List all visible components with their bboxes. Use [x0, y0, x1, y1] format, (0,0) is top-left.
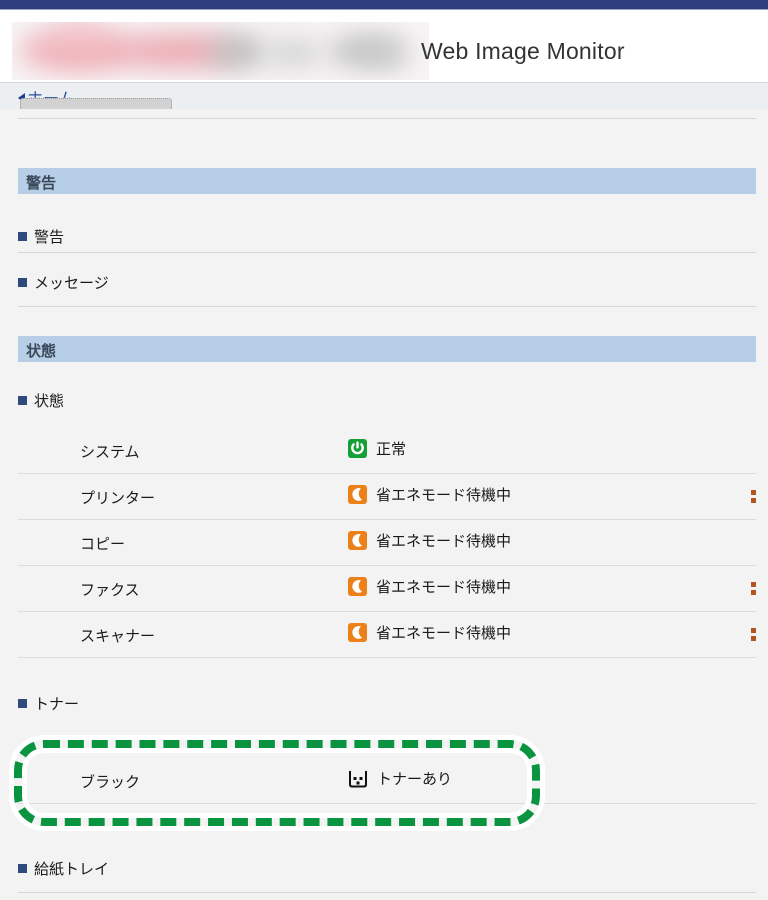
status-row-state-label: 省エネモード待機中 — [376, 625, 512, 642]
status-row-state: 正常 — [348, 438, 406, 459]
status-row-name: プリンター — [80, 490, 156, 507]
toner-row-state-label: トナーあり — [377, 771, 453, 788]
clipped-detail-fragment — [750, 488, 756, 506]
section-header-status-label: 状態 — [26, 343, 57, 360]
moon-orange-icon — [348, 623, 367, 642]
moon-orange-icon — [348, 485, 367, 504]
square-bullet-icon — [18, 232, 27, 241]
divider-paper-tray — [18, 892, 756, 893]
power-green-icon — [348, 439, 367, 458]
group-toner-label: トナー — [34, 696, 80, 713]
group-status: 状態 — [18, 390, 64, 411]
section-header-warning-label: 警告 — [26, 175, 57, 192]
toner-level-icon — [348, 770, 368, 788]
status-row-state-label: 正常 — [376, 441, 407, 458]
square-bullet-icon — [18, 699, 27, 708]
table-row: プリンター 省エネモード待機中 — [18, 474, 756, 520]
divider-top — [18, 118, 756, 119]
top-accent-bar — [0, 0, 768, 10]
status-row-state-label: 省エネモード待機中 — [376, 487, 512, 504]
status-row-state-label: 省エネモード待機中 — [376, 533, 512, 550]
status-row-state-label: 省エネモード待機中 — [376, 579, 512, 596]
group-message-label: メッセージ — [34, 275, 109, 292]
square-bullet-icon — [18, 864, 27, 873]
status-row-name: ファクス — [80, 582, 140, 599]
group-paper-tray-label: 給紙トレイ — [34, 861, 110, 878]
page-content: 警告 警告 メッセージ 状態 状態 システム 正常 プリンター 省エネモード待機… — [0, 110, 768, 900]
square-bullet-icon — [18, 278, 27, 287]
table-row: ファクス 省エネモード待機中 — [18, 566, 756, 612]
group-status-label: 状態 — [34, 393, 65, 410]
status-row-name: システム — [80, 444, 140, 461]
brand-logo-redacted — [12, 22, 429, 80]
square-bullet-icon — [18, 396, 27, 405]
moon-orange-icon — [348, 531, 367, 550]
divider-warning — [18, 252, 756, 253]
tab-stub[interactable] — [20, 98, 172, 109]
group-toner: トナー — [18, 693, 79, 714]
group-paper-tray: 給紙トレイ — [18, 858, 109, 879]
toner-row-name: ブラック — [80, 774, 141, 791]
status-row-state: 省エネモード待機中 — [348, 484, 511, 505]
page-header: Web Image Monitor — [0, 10, 768, 82]
moon-orange-icon — [348, 577, 367, 596]
table-row: システム 正常 — [18, 428, 756, 474]
group-warning: 警告 — [18, 226, 64, 247]
status-row-state: 省エネモード待機中 — [348, 622, 511, 643]
section-header-warning: 警告 — [18, 168, 756, 194]
app-title: Web Image Monitor — [421, 38, 625, 64]
status-row-name: スキャナー — [80, 628, 156, 645]
status-row-state: 省エネモード待機中 — [348, 530, 511, 551]
clipped-detail-fragment — [750, 580, 756, 598]
divider-message — [18, 306, 756, 307]
toner-row-state: トナーあり — [348, 768, 452, 789]
status-row-name: コピー — [80, 536, 126, 553]
table-row: スキャナー 省エネモード待機中 — [18, 612, 756, 658]
table-row: ブラック トナーあり — [18, 758, 756, 804]
section-header-status: 状態 — [18, 336, 756, 362]
table-row: コピー 省エネモード待機中 — [18, 520, 756, 566]
group-warning-label: 警告 — [34, 229, 65, 246]
group-message: メッセージ — [18, 272, 109, 293]
clipped-detail-fragment — [750, 626, 756, 644]
status-row-state: 省エネモード待機中 — [348, 576, 511, 597]
